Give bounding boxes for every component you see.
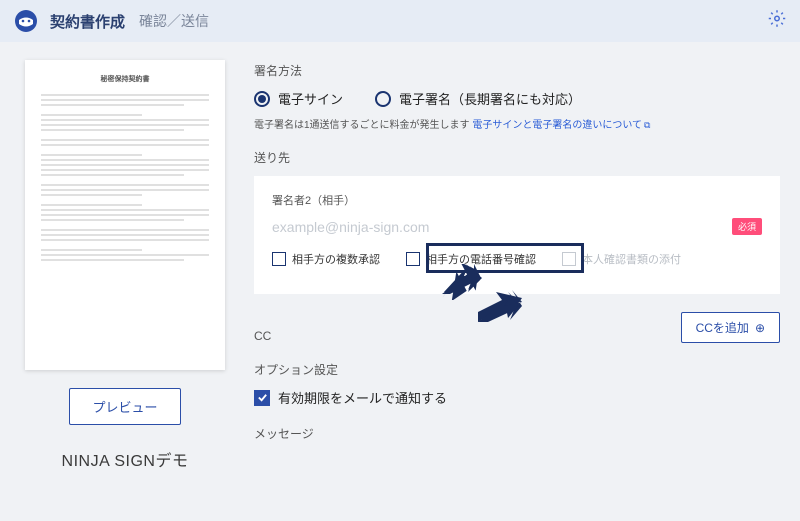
cc-label: CC [254, 329, 271, 343]
add-cc-button[interactable]: CCを追加 ⊕ [681, 312, 780, 343]
radio-icon [375, 91, 391, 107]
message-label: メッセージ [254, 425, 780, 442]
checkbox-icon [562, 252, 576, 266]
checkbox-phone-verify[interactable]: 相手方の電話番号確認 [406, 251, 536, 267]
document-thumbnail: 秘密保持契約書 [25, 60, 225, 370]
brand-text: NINJA SIGNデモ [62, 447, 189, 471]
header-title: 契約書作成 [50, 11, 125, 32]
radio-icon [254, 91, 270, 107]
checkbox-id-attach-label: 本人確認書類の添付 [582, 251, 681, 267]
option-notify-label: 有効期限をメールで通知する [278, 388, 447, 407]
settings-icon[interactable] [768, 10, 786, 33]
option-section-label: オプション設定 [254, 361, 780, 378]
recipient-section-label: 送り先 [254, 149, 780, 166]
radio-esign-label: 電子サイン [278, 89, 343, 108]
email-field[interactable]: example@ninja-sign.com [272, 219, 429, 235]
required-badge: 必須 [732, 218, 762, 235]
arrow-pointer-icon [442, 264, 482, 305]
header-subtitle: 確認／送信 [139, 11, 209, 31]
app-logo [14, 9, 38, 33]
sign-method-label: 署名方法 [254, 62, 780, 79]
radio-esignature[interactable]: 電子署名（長期署名にも対応） [375, 89, 581, 108]
checkbox-icon [406, 252, 420, 266]
recipient-box: 署名者2（相手） example@ninja-sign.com 必須 相手方の複… [254, 176, 780, 294]
help-link[interactable]: 電子サインと電子署名の違いについて [472, 120, 642, 131]
checkbox-icon [272, 252, 286, 266]
document-title: 秘密保持契約書 [41, 74, 209, 84]
checkbox-phone-verify-label: 相手方の電話番号確認 [426, 251, 536, 267]
radio-esign[interactable]: 電子サイン [254, 89, 343, 108]
app-header: 契約書作成 確認／送信 [0, 0, 800, 42]
checkbox-notify[interactable] [254, 390, 270, 406]
checkbox-id-attach[interactable]: 本人確認書類の添付 [562, 251, 681, 267]
preview-button[interactable]: プレビュー [69, 388, 180, 425]
checkbox-multi-approve-label: 相手方の複数承認 [292, 251, 380, 267]
external-link-icon: ⧉ [644, 120, 650, 130]
signer-label: 署名者2（相手） [272, 192, 762, 208]
help-text: 電子署名は1通送信するごとに料金が発生します 電子サインと電子署名の違いについて… [254, 116, 780, 131]
radio-esignature-label: 電子署名（長期署名にも対応） [399, 89, 581, 108]
plus-icon: ⊕ [755, 321, 765, 335]
arrow-icon [442, 266, 480, 301]
add-cc-label: CCを追加 [696, 319, 749, 336]
checkbox-multi-approve[interactable]: 相手方の複数承認 [272, 251, 380, 267]
